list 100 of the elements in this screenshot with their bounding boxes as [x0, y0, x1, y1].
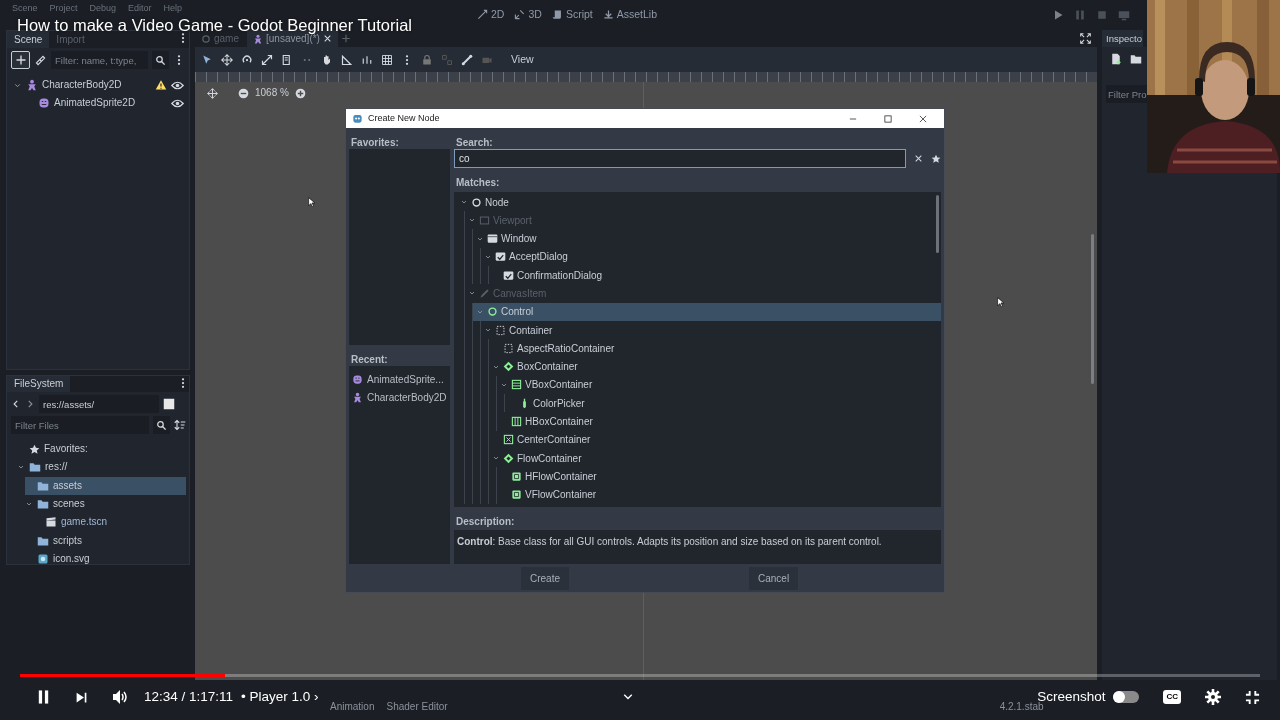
ruler-icon[interactable] [341, 53, 353, 66]
panel-tab[interactable]: Shader Editor [386, 701, 448, 713]
zoom-level[interactable]: 1068 % [255, 87, 289, 99]
chapter-link[interactable]: • Player 1.0 › [241, 686, 319, 708]
section-label: Favorites: [350, 136, 400, 149]
tree-item[interactable]: Node [457, 192, 941, 212]
move-icon[interactable] [207, 87, 218, 99]
panel-tab[interactable]: Inspecto [1102, 30, 1143, 47]
workspace-tab[interactable]: 2D [477, 8, 505, 21]
caret-icon[interactable] [460, 198, 468, 206]
warning-icon[interactable] [155, 79, 167, 92]
clear-icon[interactable] [914, 154, 923, 163]
view-menu[interactable]: View [511, 53, 534, 66]
tree-item[interactable]: AspectRatioContainer [489, 339, 941, 358]
tree-item[interactable]: CenterContainer [489, 430, 941, 449]
star-icon [931, 153, 941, 164]
recent-item[interactable]: AnimatedSprite... [349, 370, 450, 389]
snap-icon[interactable] [361, 53, 373, 66]
captions-button[interactable]: CC [1163, 690, 1181, 704]
tree-item[interactable]: VBoxContainer [497, 375, 941, 395]
workspace-tab[interactable]: Script [551, 8, 593, 21]
file-item[interactable]: scenes [25, 494, 186, 514]
filter-field[interactable]: Filter: name, t:type, [51, 51, 148, 69]
file-item[interactable]: icon.svg [25, 549, 186, 569]
tree-item[interactable]: AcceptDialog [481, 247, 941, 267]
download-icon [602, 8, 614, 20]
filter-field[interactable]: Filter Files [11, 416, 149, 434]
pause-button[interactable] [36, 689, 51, 705]
sort-icon[interactable] [174, 419, 186, 431]
favorite-button[interactable] [931, 153, 941, 164]
move-icon[interactable] [221, 53, 233, 66]
file-item[interactable]: assets [25, 476, 186, 495]
filter-field[interactable]: Filter Pro [1106, 85, 1150, 103]
workspace-tab[interactable]: 3D [514, 8, 542, 21]
tree-item[interactable]: Control [473, 302, 941, 321]
maximize-icon[interactable] [883, 113, 893, 124]
play-icon[interactable] [1052, 9, 1064, 21]
search-icon[interactable] [155, 54, 166, 66]
recent-item[interactable]: CharacterBody2D [349, 388, 450, 407]
tree-item[interactable]: HBoxContainer [497, 412, 941, 431]
grid-icon[interactable] [381, 53, 393, 66]
bone-icon[interactable] [461, 53, 473, 66]
figure-icon [26, 79, 38, 92]
file-item[interactable]: res:// [17, 458, 186, 477]
panel-tab[interactable]: FileSystem [7, 376, 71, 392]
next-button[interactable] [75, 690, 88, 704]
close-icon[interactable] [918, 113, 928, 124]
tree-item[interactable]: BoxContainer [489, 357, 941, 376]
scrollbar[interactable] [1091, 234, 1094, 384]
folder-icon [37, 498, 49, 511]
dialog-button[interactable]: Cancel [749, 566, 799, 590]
file-item[interactable]: game.tscn [33, 513, 186, 532]
workspace-tab[interactable]: AssetLib [602, 8, 657, 21]
star-icon [29, 443, 40, 455]
lock-icon[interactable] [421, 53, 433, 66]
zoom-out-icon[interactable] [238, 87, 249, 99]
dialog-icon [503, 269, 514, 281]
tree-item[interactable]: FlowContainer [489, 449, 941, 468]
search-icon[interactable] [156, 419, 167, 431]
panel-tab[interactable]: Scene [7, 31, 50, 48]
square-icon[interactable] [163, 398, 175, 410]
pointer-icon[interactable] [201, 53, 213, 66]
forward-icon[interactable] [25, 398, 35, 410]
new-file-icon[interactable] [1110, 53, 1122, 65]
scale-icon[interactable] [261, 53, 273, 66]
scroll-icon [551, 8, 563, 20]
path-field[interactable]: res://assets/ [39, 395, 159, 413]
progress-track[interactable] [20, 674, 1260, 677]
panel-tab[interactable]: Animation [330, 701, 375, 713]
node-label[interactable]: CharacterBody2D [42, 79, 122, 92]
sprite-icon [352, 373, 363, 385]
exit-fullscreen-icon [1245, 689, 1260, 705]
tree-item[interactable]: Container [481, 320, 941, 340]
tree-item[interactable]: ConfirmationDialog [489, 266, 941, 285]
file-item[interactable]: scripts [25, 531, 186, 550]
zoom-in-icon[interactable] [294, 87, 306, 99]
volume-button[interactable] [112, 689, 128, 705]
link-icon[interactable] [34, 53, 47, 67]
diamond-icon [503, 452, 514, 464]
add-node-button[interactable] [11, 51, 30, 69]
search-field[interactable]: co [454, 149, 906, 168]
tree-item[interactable]: Window [473, 229, 941, 248]
tree-item[interactable]: ColorPicker [505, 394, 941, 413]
tree-item[interactable]: VFlowContainer [497, 485, 941, 504]
folder-icon [37, 534, 49, 547]
list-icon[interactable] [281, 53, 293, 66]
dialog-button[interactable]: Create [521, 566, 569, 590]
scrollbar[interactable] [936, 194, 939, 253]
rotate-icon[interactable] [241, 53, 253, 66]
settings-button[interactable] [1205, 689, 1221, 705]
folder-icon[interactable] [1130, 53, 1142, 65]
fullscreen-icon[interactable] [1080, 33, 1091, 44]
exit-fullscreen-button[interactable] [1245, 689, 1260, 705]
close-icon[interactable] [322, 34, 332, 43]
hand-icon[interactable] [321, 53, 333, 66]
node-label[interactable]: AnimatedSprite2D [54, 97, 136, 110]
tree-item[interactable]: HFlowContainer [497, 467, 941, 486]
back-icon[interactable] [11, 398, 21, 410]
autoplay-toggle[interactable] [1113, 691, 1140, 703]
speaker-icon [112, 689, 128, 705]
